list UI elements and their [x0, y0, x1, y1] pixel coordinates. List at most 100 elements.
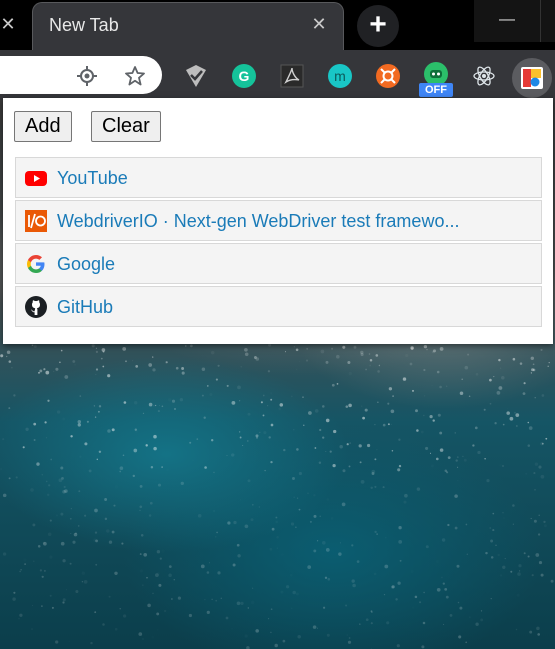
wave-foam: [77, 420, 82, 424]
wave-foam: [507, 408, 508, 409]
wave-foam: [98, 405, 102, 408]
wave-foam: [441, 538, 446, 542]
wave-foam: [439, 385, 442, 389]
wave-foam: [537, 533, 541, 536]
wave-foam: [131, 359, 134, 362]
list-item[interactable]: GitHub: [15, 286, 542, 327]
new-tab-button[interactable]: +: [357, 5, 399, 47]
wave-foam: [139, 505, 143, 509]
bookmark-star-icon[interactable]: [124, 65, 146, 87]
tab-strip: ✕ New Tab ✕ + —: [0, 0, 555, 50]
wave-foam: [346, 443, 349, 446]
list-item-label[interactable]: GitHub: [57, 297, 113, 318]
wave-foam: [325, 360, 329, 364]
location-icon[interactable]: [76, 65, 98, 87]
wave-foam: [472, 444, 475, 447]
youtube-icon: [25, 167, 47, 189]
wave-foam: [156, 612, 160, 616]
wave-foam: [255, 629, 259, 633]
wave-foam: [377, 562, 381, 566]
shield-check-extension-icon[interactable]: [184, 64, 208, 88]
wave-foam: [431, 385, 432, 386]
wave-foam: [225, 616, 229, 620]
wave-foam: [322, 405, 325, 408]
wave-foam: [369, 359, 373, 362]
wave-foam: [385, 537, 387, 539]
wave-foam: [396, 644, 400, 648]
wave-foam: [395, 427, 396, 428]
wave-foam: [456, 564, 460, 568]
wave-foam: [533, 519, 537, 523]
wave-foam: [153, 434, 157, 439]
wave-foam: [515, 413, 520, 417]
wave-foam: [180, 481, 184, 486]
react-extension-icon[interactable]: [472, 64, 496, 88]
wave-foam: [50, 458, 53, 461]
wave-foam: [213, 510, 215, 512]
list-item[interactable]: Google: [15, 243, 542, 284]
wave-foam: [454, 494, 458, 498]
wave-foam: [95, 563, 98, 566]
svg-text:m: m: [334, 68, 346, 84]
wave-foam: [436, 560, 439, 563]
wave-foam: [391, 449, 394, 452]
minimize-button[interactable]: —: [474, 0, 540, 42]
wave-foam: [405, 353, 409, 358]
wave-foam: [480, 610, 483, 612]
wave-foam: [140, 534, 144, 537]
wave-foam: [262, 414, 265, 417]
wave-foam: [33, 560, 35, 563]
maximize-button[interactable]: [540, 0, 555, 42]
clear-button[interactable]: Clear: [91, 111, 161, 142]
wave-foam: [299, 360, 301, 362]
wave-foam: [423, 395, 426, 397]
wave-foam: [386, 621, 390, 625]
wave-foam: [20, 569, 22, 571]
m-extension-icon[interactable]: m: [328, 64, 352, 88]
list-item[interactable]: WebdriverIO · Next-gen WebDriver test fr…: [15, 200, 542, 241]
wave-foam: [19, 570, 21, 573]
list-item-label[interactable]: WebdriverIO · Next-gen WebDriver test fr…: [57, 211, 459, 232]
wave-foam: [522, 392, 526, 395]
close-icon[interactable]: ✕: [0, 12, 16, 36]
wave-foam: [397, 581, 401, 585]
wave-foam: [276, 536, 279, 539]
close-icon[interactable]: ✕: [309, 14, 329, 35]
wave-foam: [462, 455, 464, 458]
wave-foam: [18, 618, 20, 620]
wave-foam: [240, 601, 244, 606]
add-button[interactable]: Add: [14, 111, 72, 142]
wave-foam: [48, 484, 51, 487]
wave-foam: [242, 445, 244, 446]
wave-foam: [44, 421, 47, 424]
wave-foam: [163, 609, 167, 613]
tab-new-tab[interactable]: New Tab ✕: [32, 2, 344, 50]
list-item-label[interactable]: YouTube: [57, 168, 128, 189]
list-item[interactable]: YouTube: [15, 157, 542, 198]
bookmarks-extension-icon[interactable]: [520, 66, 544, 90]
wave-foam: [514, 411, 516, 414]
wave-foam: [477, 450, 481, 455]
wave-foam: [201, 367, 206, 371]
pdf-extension-icon[interactable]: [280, 64, 304, 88]
wave-foam: [98, 410, 100, 413]
wave-foam: [321, 540, 326, 545]
wave-foam: [376, 449, 378, 451]
wave-foam: [512, 523, 514, 525]
wave-foam: [502, 512, 504, 514]
orange-lifebuoy-extension-icon[interactable]: [376, 64, 400, 88]
address-bar[interactable]: [0, 56, 162, 94]
list-item-label[interactable]: Google: [57, 254, 115, 275]
grammarly-extension-icon[interactable]: G: [232, 64, 256, 88]
wave-foam: [200, 564, 205, 569]
wave-foam: [168, 565, 172, 568]
wave-foam: [6, 355, 8, 358]
wave-foam: [215, 536, 217, 538]
wave-foam: [316, 540, 319, 542]
wave-foam: [25, 427, 29, 431]
wave-foam: [114, 571, 118, 576]
off-badge: OFF: [419, 83, 453, 97]
wave-foam: [359, 461, 362, 464]
wave-foam: [206, 610, 210, 615]
wave-foam: [409, 362, 413, 366]
